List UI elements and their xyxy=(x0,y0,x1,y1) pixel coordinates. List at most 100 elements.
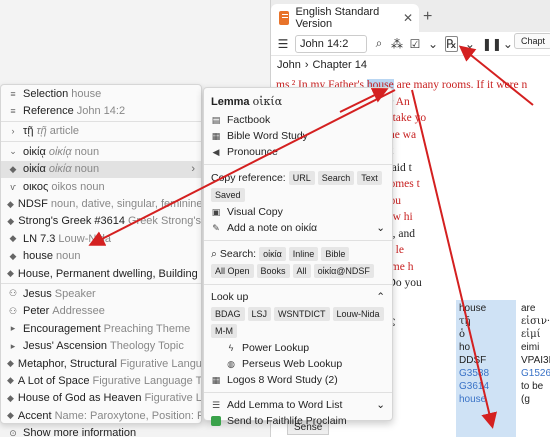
row-icon: ◆ xyxy=(9,250,17,261)
row-value: noun xyxy=(74,145,100,158)
info-row[interactable]: ≡ Selection house xyxy=(1,85,201,102)
menu-item-bible-word-study[interactable]: ▦ Bible Word Study xyxy=(204,128,392,144)
breadcrumb-book[interactable]: John xyxy=(277,59,301,71)
search-chip[interactable]: οἰκία xyxy=(259,247,286,261)
info-row[interactable]: ◆ house noun xyxy=(1,248,201,265)
lookup-chip[interactable]: Louw-Nida xyxy=(332,307,384,321)
row-name: NDSF xyxy=(17,198,48,211)
factbook-icon: ▤ xyxy=(211,115,221,125)
copy-text-chip[interactable]: Text xyxy=(357,171,382,185)
search-row: ⌕ Search: οἰκία Inline Bible All Open Bo… xyxy=(204,245,392,280)
menu-item-power-lookup[interactable]: ϟ Power Lookup xyxy=(204,340,392,356)
info-row[interactable]: ⚇ Jesus Speaker xyxy=(1,285,201,302)
interlinear-cell: ὁ xyxy=(459,329,466,340)
row-name: Jesus' Ascension xyxy=(23,340,108,353)
chevron-down-icon[interactable]: ⌄ xyxy=(464,37,476,51)
info-row[interactable]: ⚇ Peter Addressee xyxy=(1,303,201,320)
menu-item-pronounce[interactable]: ◀ Pronounce xyxy=(204,144,392,160)
menu-icon[interactable]: ☰ xyxy=(277,37,289,51)
info-row[interactable]: ◆House of God as HeavenFigurative Langua… xyxy=(1,390,201,407)
copy-search-chip[interactable]: Search xyxy=(317,171,355,185)
breadcrumb-chapter[interactable]: Chapter 14 xyxy=(313,59,367,71)
search-chip[interactable]: Inline xyxy=(288,247,319,261)
interlinear-cell: G1526 xyxy=(521,368,550,379)
lookup-chip[interactable]: BDAG xyxy=(211,307,245,321)
menu-item-add-word-list[interactable]: ☰ Add Lemma to Word List ⌄ xyxy=(204,397,392,413)
row-name: Accent xyxy=(17,409,52,422)
info-row[interactable]: ⱱ οικος οikos noun xyxy=(1,178,201,195)
people-icon[interactable]: ⁂ xyxy=(391,37,403,51)
info-row[interactable]: ◆House, Permanent dwelling, BuildingThin… xyxy=(1,265,201,282)
row-icon: ◆ xyxy=(7,410,14,421)
info-row[interactable]: ◆A Lot of SpaceFigurative Language Term xyxy=(1,372,201,389)
menu-item-proclaim[interactable]: Send to Faithlife Proclaim xyxy=(204,413,392,429)
info-row[interactable]: › τῇ τῇ article xyxy=(1,123,201,140)
interlinear-cell: are xyxy=(521,303,536,314)
copy-saved-chip[interactable]: Saved xyxy=(211,188,245,202)
row-value: Greek Strong's xyxy=(127,215,201,228)
add-tab-icon[interactable]: + xyxy=(423,8,432,26)
info-row[interactable]: ◆AccentName: Paroxytone, Position: Penul… xyxy=(1,407,201,424)
breadcrumb-separator: › xyxy=(304,59,309,71)
row-icon: ◆ xyxy=(7,268,14,279)
menu-item-visual-copy[interactable]: ▣ Visual Copy xyxy=(204,204,392,220)
reference-input[interactable]: John 14:2 xyxy=(295,34,367,53)
info-row[interactable]: ≡ Reference John 14:2 xyxy=(1,102,201,119)
menu-item-logos-word-study[interactable]: ▦ Logos 8 Word Study (2) xyxy=(204,372,392,388)
chevron-down-icon[interactable]: ⌄ xyxy=(427,37,439,51)
row-icon: › xyxy=(11,126,15,137)
tab-title: English Standard Version xyxy=(295,6,380,30)
info-row[interactable]: ▸ Jesus' Ascension Theology Topic xyxy=(1,337,201,354)
lookup-chip[interactable]: WSNTDICT xyxy=(274,307,330,321)
row-name: Jesus xyxy=(23,287,52,300)
row-name: Encouragement xyxy=(23,322,101,335)
row-italic: οἰκία xyxy=(48,163,72,176)
search-icon[interactable]: ⌕ xyxy=(373,36,385,51)
menu-item-add-note[interactable]: ✎ Add a note on οἰκία ⌄ xyxy=(204,220,392,236)
interlinear-cell: G3588 G3614 xyxy=(459,368,490,392)
info-row[interactable]: ⌄ οἰκίᾳ οἰκίᾳ noun xyxy=(1,143,201,160)
row-value: Preaching Theme xyxy=(103,322,191,335)
chevron-down-icon[interactable]: ⌄ xyxy=(376,222,385,234)
info-row[interactable]: ▸ Encouragement Preaching Theme xyxy=(1,320,201,337)
row-italic: οἰκίᾳ xyxy=(48,145,72,158)
info-row[interactable]: ◆ NDSF noun, dative, singular, feminine xyxy=(1,195,201,212)
row-icon: ◆ xyxy=(7,198,14,209)
row-name: House of God as Heaven xyxy=(17,392,142,405)
info-row[interactable]: ⊙ Show more information xyxy=(1,424,201,437)
info-row[interactable]: ◆ οἰκία οἰκία noun › xyxy=(1,160,201,178)
row-value: Addressee xyxy=(52,305,105,318)
info-row[interactable]: ◆ Strong's Greek #3614 Greek Strong's xyxy=(1,213,201,230)
search-chip[interactable]: All xyxy=(292,264,311,278)
row-value: article xyxy=(49,125,80,138)
lemma-greek: οἰκία xyxy=(252,95,283,108)
tab-esv[interactable]: English Standard Version ✕ xyxy=(271,4,419,32)
row-value: Figurative Language C xyxy=(119,357,201,370)
info-row[interactable]: ◆Metaphor, StructuralFigurative Language… xyxy=(1,355,201,372)
chapter-button[interactable]: Chapt xyxy=(513,33,550,49)
row-value: Louw-Nida xyxy=(58,232,112,245)
lookup-chip[interactable]: M-M xyxy=(211,324,237,338)
chevron-down-icon[interactable]: ⌄ xyxy=(376,399,385,411)
lookup-chip[interactable]: LSJ xyxy=(247,307,272,321)
book-icon: ▦ xyxy=(211,375,221,385)
row-value: Figurative Language C xyxy=(144,392,201,405)
tab-bar: English Standard Version ✕ + xyxy=(271,0,550,32)
search-chip[interactable]: All Open xyxy=(211,264,254,278)
search-chip[interactable]: Bible xyxy=(321,247,350,261)
chevron-up-icon[interactable]: ⌃ xyxy=(376,291,385,303)
pause-icon[interactable]: ❚❚ xyxy=(482,37,502,51)
chevron-right-icon[interactable]: › xyxy=(191,163,195,175)
inspector-icon[interactable]: ℞ xyxy=(445,35,458,52)
checkbox-icon[interactable]: ☑ xyxy=(409,37,421,51)
search-chip[interactable]: Books xyxy=(256,264,290,278)
row-name: οικος xyxy=(23,180,49,193)
chevron-down-icon[interactable]: ⌄ xyxy=(502,37,514,51)
lookup-header: Look up ⌃ xyxy=(211,291,385,303)
copy-url-chip[interactable]: URL xyxy=(288,171,315,185)
close-icon[interactable]: ✕ xyxy=(403,11,413,25)
search-chip[interactable]: οἰκία@NDSF xyxy=(313,264,374,278)
menu-item-perseus[interactable]: ◍ Perseus Web Lookup xyxy=(204,356,392,372)
menu-item-factbook[interactable]: ▤ Factbook xyxy=(204,112,392,128)
info-row[interactable]: ◆ LN 7.3 Louw-Nida xyxy=(1,230,201,247)
